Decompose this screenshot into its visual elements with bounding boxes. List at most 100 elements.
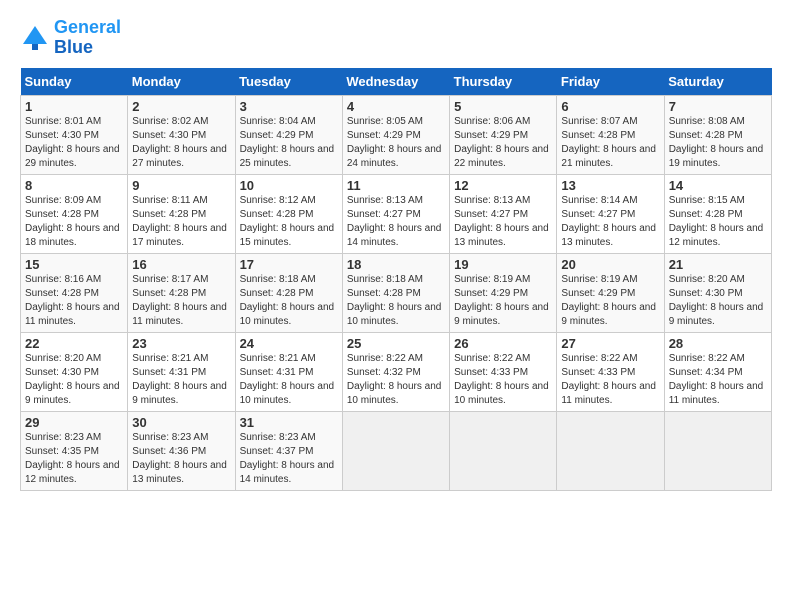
- day-info: Sunrise: 8:13 AMSunset: 4:27 PMDaylight:…: [347, 195, 442, 248]
- day-info: Sunrise: 8:07 AMSunset: 4:28 PMDaylight:…: [561, 116, 656, 169]
- calendar-cell: [450, 411, 557, 490]
- day-info: Sunrise: 8:12 AMSunset: 4:28 PMDaylight:…: [240, 195, 335, 248]
- calendar-cell: 15 Sunrise: 8:16 AMSunset: 4:28 PMDaylig…: [21, 253, 128, 332]
- calendar-cell: 7 Sunrise: 8:08 AMSunset: 4:28 PMDayligh…: [664, 95, 771, 174]
- calendar-cell: 30 Sunrise: 8:23 AMSunset: 4:36 PMDaylig…: [128, 411, 235, 490]
- logo: General Blue: [20, 18, 121, 58]
- calendar-cell: 26 Sunrise: 8:22 AMSunset: 4:33 PMDaylig…: [450, 332, 557, 411]
- day-info: Sunrise: 8:23 AMSunset: 4:36 PMDaylight:…: [132, 432, 227, 485]
- week-row-2: 8 Sunrise: 8:09 AMSunset: 4:28 PMDayligh…: [21, 174, 772, 253]
- calendar-cell: [557, 411, 664, 490]
- day-info: Sunrise: 8:04 AMSunset: 4:29 PMDaylight:…: [240, 116, 335, 169]
- day-number: 25: [347, 336, 445, 351]
- day-number: 22: [25, 336, 123, 351]
- calendar-cell: 31 Sunrise: 8:23 AMSunset: 4:37 PMDaylig…: [235, 411, 342, 490]
- day-number: 20: [561, 257, 659, 272]
- day-number: 27: [561, 336, 659, 351]
- calendar-cell: 4 Sunrise: 8:05 AMSunset: 4:29 PMDayligh…: [342, 95, 449, 174]
- calendar-cell: 21 Sunrise: 8:20 AMSunset: 4:30 PMDaylig…: [664, 253, 771, 332]
- calendar-cell: 29 Sunrise: 8:23 AMSunset: 4:35 PMDaylig…: [21, 411, 128, 490]
- day-number: 28: [669, 336, 767, 351]
- day-number: 19: [454, 257, 552, 272]
- day-number: 2: [132, 99, 230, 114]
- calendar-cell: 12 Sunrise: 8:13 AMSunset: 4:27 PMDaylig…: [450, 174, 557, 253]
- day-number: 5: [454, 99, 552, 114]
- calendar-cell: 6 Sunrise: 8:07 AMSunset: 4:28 PMDayligh…: [557, 95, 664, 174]
- day-info: Sunrise: 8:19 AMSunset: 4:29 PMDaylight:…: [454, 274, 549, 327]
- day-number: 14: [669, 178, 767, 193]
- day-number: 31: [240, 415, 338, 430]
- week-row-4: 22 Sunrise: 8:20 AMSunset: 4:30 PMDaylig…: [21, 332, 772, 411]
- calendar-cell: 22 Sunrise: 8:20 AMSunset: 4:30 PMDaylig…: [21, 332, 128, 411]
- day-info: Sunrise: 8:17 AMSunset: 4:28 PMDaylight:…: [132, 274, 227, 327]
- day-info: Sunrise: 8:09 AMSunset: 4:28 PMDaylight:…: [25, 195, 120, 248]
- day-info: Sunrise: 8:18 AMSunset: 4:28 PMDaylight:…: [240, 274, 335, 327]
- calendar-cell: 23 Sunrise: 8:21 AMSunset: 4:31 PMDaylig…: [128, 332, 235, 411]
- calendar-cell: 16 Sunrise: 8:17 AMSunset: 4:28 PMDaylig…: [128, 253, 235, 332]
- day-number: 6: [561, 99, 659, 114]
- day-info: Sunrise: 8:20 AMSunset: 4:30 PMDaylight:…: [25, 353, 120, 406]
- day-info: Sunrise: 8:22 AMSunset: 4:33 PMDaylight:…: [561, 353, 656, 406]
- calendar-cell: 17 Sunrise: 8:18 AMSunset: 4:28 PMDaylig…: [235, 253, 342, 332]
- day-number: 11: [347, 178, 445, 193]
- day-number: 12: [454, 178, 552, 193]
- calendar-cell: 1 Sunrise: 8:01 AMSunset: 4:30 PMDayligh…: [21, 95, 128, 174]
- calendar-table: SundayMondayTuesdayWednesdayThursdayFrid…: [20, 68, 772, 491]
- calendar-cell: 25 Sunrise: 8:22 AMSunset: 4:32 PMDaylig…: [342, 332, 449, 411]
- calendar-cell: 14 Sunrise: 8:15 AMSunset: 4:28 PMDaylig…: [664, 174, 771, 253]
- day-number: 9: [132, 178, 230, 193]
- day-number: 26: [454, 336, 552, 351]
- calendar-cell: 20 Sunrise: 8:19 AMSunset: 4:29 PMDaylig…: [557, 253, 664, 332]
- day-info: Sunrise: 8:22 AMSunset: 4:33 PMDaylight:…: [454, 353, 549, 406]
- day-number: 23: [132, 336, 230, 351]
- day-info: Sunrise: 8:05 AMSunset: 4:29 PMDaylight:…: [347, 116, 442, 169]
- weekday-monday: Monday: [128, 68, 235, 96]
- day-number: 30: [132, 415, 230, 430]
- day-number: 1: [25, 99, 123, 114]
- weekday-header-row: SundayMondayTuesdayWednesdayThursdayFrid…: [21, 68, 772, 96]
- calendar-cell: 3 Sunrise: 8:04 AMSunset: 4:29 PMDayligh…: [235, 95, 342, 174]
- calendar-cell: 11 Sunrise: 8:13 AMSunset: 4:27 PMDaylig…: [342, 174, 449, 253]
- calendar-cell: 9 Sunrise: 8:11 AMSunset: 4:28 PMDayligh…: [128, 174, 235, 253]
- day-info: Sunrise: 8:16 AMSunset: 4:28 PMDaylight:…: [25, 274, 120, 327]
- day-info: Sunrise: 8:23 AMSunset: 4:35 PMDaylight:…: [25, 432, 120, 485]
- day-info: Sunrise: 8:22 AMSunset: 4:32 PMDaylight:…: [347, 353, 442, 406]
- day-number: 10: [240, 178, 338, 193]
- weekday-wednesday: Wednesday: [342, 68, 449, 96]
- day-number: 15: [25, 257, 123, 272]
- calendar-cell: 5 Sunrise: 8:06 AMSunset: 4:29 PMDayligh…: [450, 95, 557, 174]
- main-container: General Blue SundayMondayTuesdayWednesda…: [0, 0, 792, 501]
- day-info: Sunrise: 8:11 AMSunset: 4:28 PMDaylight:…: [132, 195, 227, 248]
- day-number: 3: [240, 99, 338, 114]
- week-row-1: 1 Sunrise: 8:01 AMSunset: 4:30 PMDayligh…: [21, 95, 772, 174]
- day-info: Sunrise: 8:18 AMSunset: 4:28 PMDaylight:…: [347, 274, 442, 327]
- calendar-cell: 2 Sunrise: 8:02 AMSunset: 4:30 PMDayligh…: [128, 95, 235, 174]
- day-info: Sunrise: 8:13 AMSunset: 4:27 PMDaylight:…: [454, 195, 549, 248]
- day-info: Sunrise: 8:20 AMSunset: 4:30 PMDaylight:…: [669, 274, 764, 327]
- calendar-cell: 18 Sunrise: 8:18 AMSunset: 4:28 PMDaylig…: [342, 253, 449, 332]
- week-row-5: 29 Sunrise: 8:23 AMSunset: 4:35 PMDaylig…: [21, 411, 772, 490]
- day-info: Sunrise: 8:22 AMSunset: 4:34 PMDaylight:…: [669, 353, 764, 406]
- week-row-3: 15 Sunrise: 8:16 AMSunset: 4:28 PMDaylig…: [21, 253, 772, 332]
- calendar-cell: [664, 411, 771, 490]
- weekday-tuesday: Tuesday: [235, 68, 342, 96]
- day-info: Sunrise: 8:14 AMSunset: 4:27 PMDaylight:…: [561, 195, 656, 248]
- day-number: 17: [240, 257, 338, 272]
- calendar-cell: 13 Sunrise: 8:14 AMSunset: 4:27 PMDaylig…: [557, 174, 664, 253]
- day-info: Sunrise: 8:21 AMSunset: 4:31 PMDaylight:…: [132, 353, 227, 406]
- day-info: Sunrise: 8:08 AMSunset: 4:28 PMDaylight:…: [669, 116, 764, 169]
- day-info: Sunrise: 8:02 AMSunset: 4:30 PMDaylight:…: [132, 116, 227, 169]
- logo-icon: [20, 23, 50, 53]
- day-info: Sunrise: 8:23 AMSunset: 4:37 PMDaylight:…: [240, 432, 335, 485]
- weekday-sunday: Sunday: [21, 68, 128, 96]
- weekday-saturday: Saturday: [664, 68, 771, 96]
- day-info: Sunrise: 8:06 AMSunset: 4:29 PMDaylight:…: [454, 116, 549, 169]
- day-info: Sunrise: 8:15 AMSunset: 4:28 PMDaylight:…: [669, 195, 764, 248]
- day-number: 29: [25, 415, 123, 430]
- weekday-thursday: Thursday: [450, 68, 557, 96]
- day-number: 4: [347, 99, 445, 114]
- calendar-cell: 8 Sunrise: 8:09 AMSunset: 4:28 PMDayligh…: [21, 174, 128, 253]
- day-info: Sunrise: 8:01 AMSunset: 4:30 PMDaylight:…: [25, 116, 120, 169]
- day-info: Sunrise: 8:21 AMSunset: 4:31 PMDaylight:…: [240, 353, 335, 406]
- calendar-cell: 24 Sunrise: 8:21 AMSunset: 4:31 PMDaylig…: [235, 332, 342, 411]
